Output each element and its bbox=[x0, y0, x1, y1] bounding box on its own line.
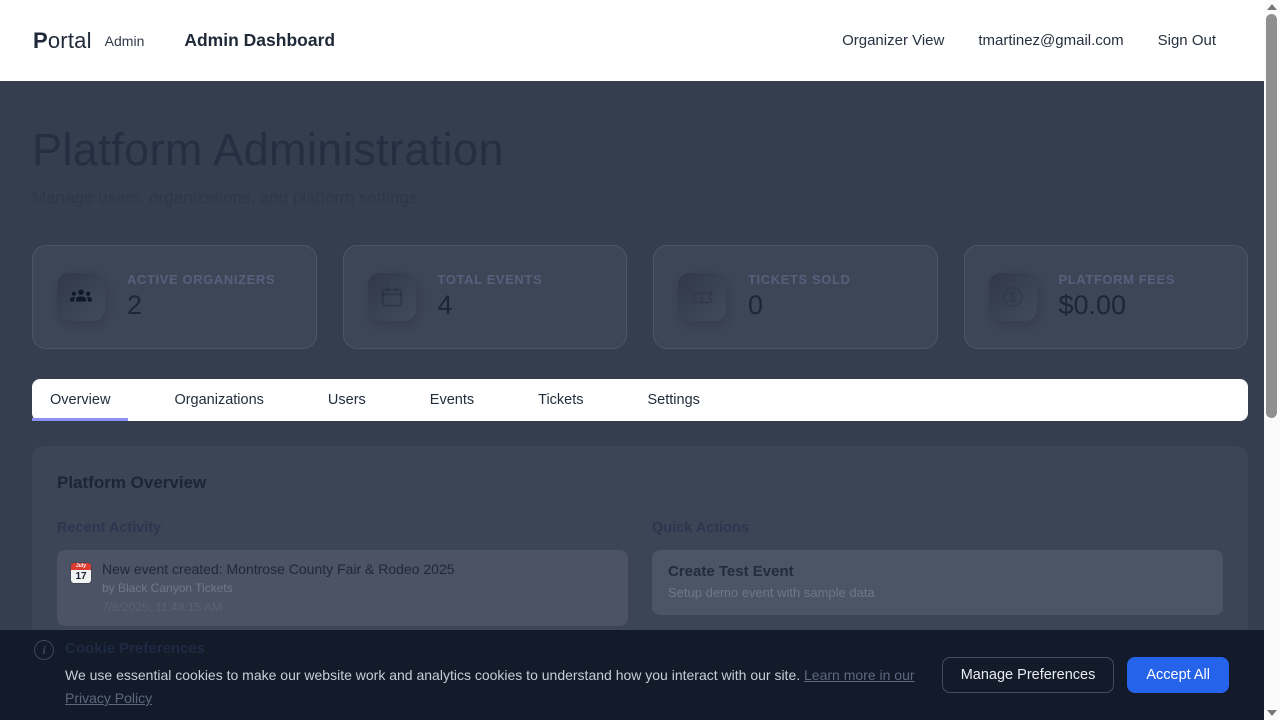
stat-card-active-organizers: ACTIVE ORGANIZERS 2 bbox=[32, 245, 317, 349]
card-title: Platform Overview bbox=[57, 473, 1223, 493]
activity-list-item: July 17 New event created: Montrose Coun… bbox=[57, 550, 628, 626]
overview-columns: Recent Activity July 17 New event create… bbox=[57, 520, 1223, 626]
activity-organizer: by Black Canyon Tickets bbox=[102, 581, 455, 595]
stat-text: TICKETS SOLD 0 bbox=[748, 272, 851, 321]
fees-icon bbox=[989, 273, 1037, 321]
cookie-text-block: Cookie Preferences We use essential cook… bbox=[65, 640, 918, 709]
create-test-event-action[interactable]: Create Test Event Setup demo event with … bbox=[652, 550, 1223, 615]
quick-action-title: Create Test Event bbox=[668, 563, 1207, 580]
hero-title: Platform Administration bbox=[32, 125, 1248, 175]
stat-value: 2 bbox=[127, 290, 275, 321]
calendar-month: July bbox=[71, 563, 91, 570]
calendar-icon bbox=[368, 273, 416, 321]
ticket-icon bbox=[678, 273, 726, 321]
vertical-scrollbar[interactable] bbox=[1264, 0, 1280, 720]
cookie-heading: Cookie Preferences bbox=[65, 640, 918, 657]
calendar-emoji-icon: July 17 bbox=[71, 563, 91, 583]
admin-badge: Admin bbox=[105, 33, 145, 49]
stat-value: 4 bbox=[438, 290, 543, 321]
cookie-banner-content: i Cookie Preferences We use essential co… bbox=[34, 640, 918, 709]
activity-title: New event created: Montrose County Fair … bbox=[102, 561, 455, 577]
activity-timestamp: 7/8/2025, 11:48:15 AM bbox=[102, 600, 455, 614]
tab-organizations[interactable]: Organizations bbox=[156, 379, 281, 421]
cookie-message-text: We use essential cookies to make our web… bbox=[65, 667, 800, 683]
scroll-up-arrow-icon[interactable] bbox=[1267, 4, 1277, 10]
stat-label: TICKETS SOLD bbox=[748, 272, 851, 287]
tab-overview[interactable]: Overview bbox=[32, 379, 128, 421]
logo-text: ortal bbox=[48, 28, 92, 53]
hero-section: Platform Administration Manage users, or… bbox=[0, 81, 1280, 349]
recent-activity-heading: Recent Activity bbox=[57, 520, 628, 536]
people-group-icon bbox=[57, 273, 105, 321]
top-nav: Organizer View tmartinez@gmail.com Sign … bbox=[842, 32, 1216, 49]
hero-subtitle: Manage users, organizations, and platfor… bbox=[32, 188, 1248, 208]
cookie-buttons: Manage Preferences Accept All bbox=[942, 657, 1229, 693]
quick-action-description: Setup demo event with sample data bbox=[668, 585, 1207, 600]
top-header: Portal Admin Admin Dashboard Organizer V… bbox=[0, 0, 1280, 81]
cookie-consent-banner: i Cookie Preferences We use essential co… bbox=[0, 630, 1280, 720]
stat-card-platform-fees: PLATFORM FEES $0.00 bbox=[964, 245, 1249, 349]
stat-value: 0 bbox=[748, 290, 851, 321]
cookie-message: We use essential cookies to make our web… bbox=[65, 664, 918, 709]
tab-tickets[interactable]: Tickets bbox=[520, 379, 601, 421]
stat-card-total-events: TOTAL EVENTS 4 bbox=[343, 245, 628, 349]
stat-label: ACTIVE ORGANIZERS bbox=[127, 272, 275, 287]
tab-users[interactable]: Users bbox=[310, 379, 384, 421]
organizer-view-link[interactable]: Organizer View bbox=[842, 32, 944, 49]
scroll-down-arrow-icon[interactable] bbox=[1267, 710, 1277, 716]
logo-letter: P bbox=[33, 28, 48, 53]
calendar-day: 17 bbox=[71, 570, 91, 583]
stat-label: TOTAL EVENTS bbox=[438, 272, 543, 287]
tab-settings[interactable]: Settings bbox=[630, 379, 718, 421]
user-email: tmartinez@gmail.com bbox=[978, 32, 1123, 49]
activity-text: New event created: Montrose County Fair … bbox=[102, 561, 455, 614]
portal-logo[interactable]: Portal bbox=[33, 28, 92, 54]
recent-activity-column: Recent Activity July 17 New event create… bbox=[57, 520, 628, 626]
stat-text: ACTIVE ORGANIZERS 2 bbox=[127, 272, 275, 321]
quick-actions-heading: Quick Actions bbox=[652, 520, 1223, 536]
stat-label: PLATFORM FEES bbox=[1059, 272, 1176, 287]
scrollbar-thumb[interactable] bbox=[1266, 14, 1277, 418]
tab-events[interactable]: Events bbox=[412, 379, 492, 421]
stat-card-tickets-sold: TICKETS SOLD 0 bbox=[653, 245, 938, 349]
accept-all-button[interactable]: Accept All bbox=[1127, 657, 1229, 693]
manage-preferences-button[interactable]: Manage Preferences bbox=[942, 657, 1115, 693]
quick-actions-column: Quick Actions Create Test Event Setup de… bbox=[652, 520, 1223, 626]
stat-text: TOTAL EVENTS 4 bbox=[438, 272, 543, 321]
page-title: Admin Dashboard bbox=[184, 30, 335, 51]
stat-value: $0.00 bbox=[1059, 290, 1176, 321]
stats-row: ACTIVE ORGANIZERS 2 TOTAL EVENTS 4 bbox=[32, 245, 1248, 349]
admin-tab-bar: Overview Organizations Users Events Tick… bbox=[32, 379, 1248, 421]
stat-text: PLATFORM FEES $0.00 bbox=[1059, 272, 1176, 321]
sign-out-link[interactable]: Sign Out bbox=[1158, 32, 1216, 49]
info-icon: i bbox=[34, 640, 54, 660]
